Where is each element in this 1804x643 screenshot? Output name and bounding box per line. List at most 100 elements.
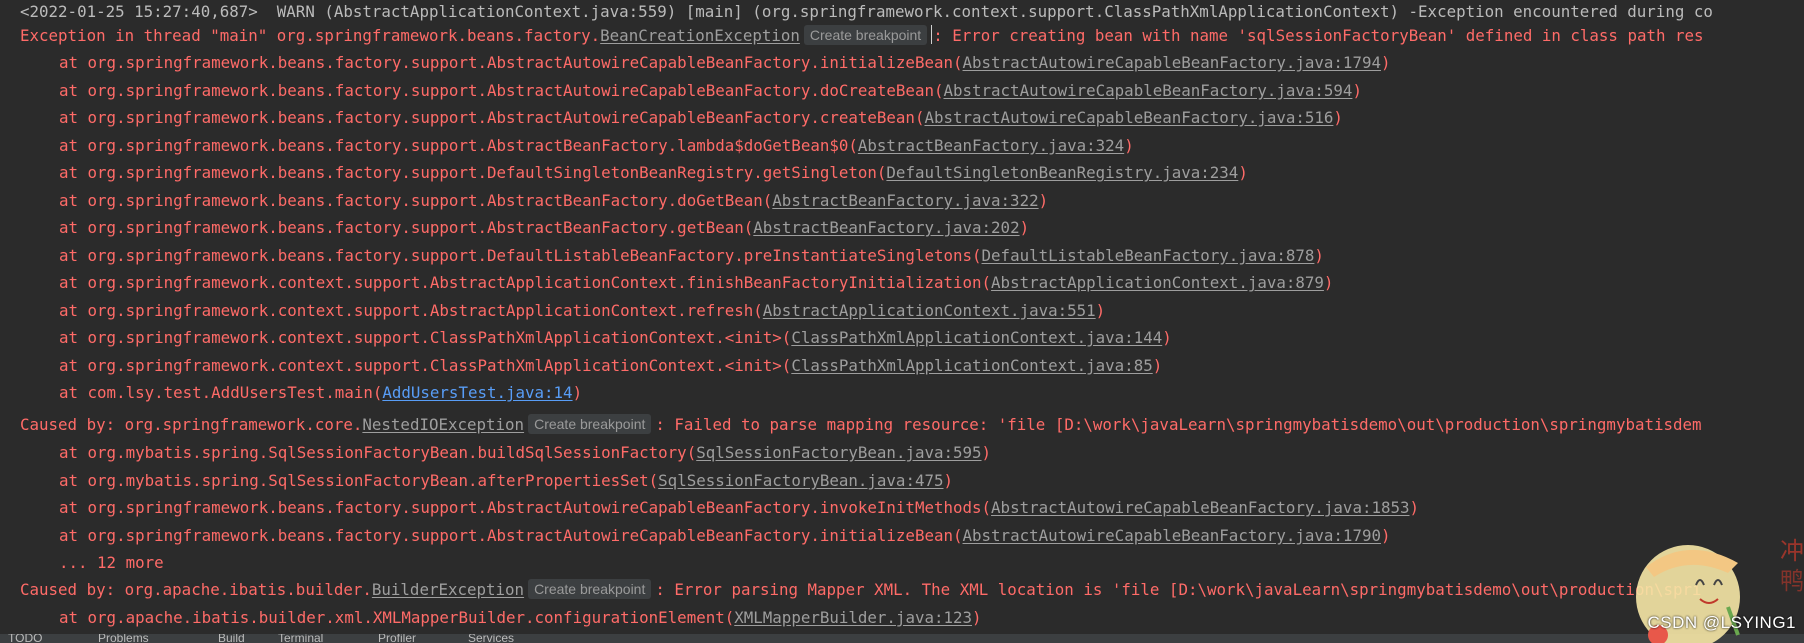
source-file-link[interactable]: AbstractAutowireCapableBeanFactory.java:…	[963, 53, 1381, 72]
stack-frame-close: )	[1162, 328, 1172, 347]
stack-frame-method: at org.apache.ibatis.builder.xml.XMLMapp…	[59, 608, 735, 627]
stack-frame-method: at org.mybatis.spring.SqlSessionFactoryB…	[59, 443, 697, 462]
source-file-link[interactable]: AbstractApplicationContext.java:551	[763, 301, 1096, 320]
source-file-link[interactable]: AbstractAutowireCapableBeanFactory.java:…	[963, 526, 1381, 545]
stack-frame-close: )	[1323, 273, 1334, 292]
source-file-link[interactable]: DefaultSingletonBeanRegistry.java:234	[886, 163, 1238, 182]
stack-frame-line: at org.mybatis.spring.SqlSessionFactoryB…	[59, 467, 953, 494]
run-console[interactable]: <2022-01-25 15:27:40,687> WARN (Abstract…	[0, 0, 1804, 643]
stack-frame-close: )	[1409, 498, 1420, 517]
stack-frame-close: )	[1380, 53, 1391, 72]
tab-todo[interactable]: TODO	[8, 634, 42, 643]
stack-frame-close: )	[1124, 135, 1134, 155]
tab-profiler[interactable]: Profiler	[378, 634, 416, 643]
stack-frame-method: at org.springframework.beans.factory.sup…	[59, 525, 963, 545]
source-file-link[interactable]: AbstractBeanFactory.java:322	[772, 191, 1038, 210]
stack-frame-method: at org.springframework.beans.factory.sup…	[59, 108, 925, 127]
svg-text:冲: 冲	[1780, 537, 1804, 565]
source-file-link[interactable]: AbstractApplicationContext.java:879	[991, 273, 1324, 292]
stack-frame-line: at org.mybatis.spring.SqlSessionFactoryB…	[59, 439, 991, 466]
stack-frame-method: at org.mybatis.spring.SqlSessionFactoryB…	[59, 470, 659, 490]
source-file-link[interactable]: AbstractBeanFactory.java:324	[858, 136, 1124, 155]
stack-frame-method: at org.springframework.beans.factory.sup…	[59, 135, 858, 155]
stack-frame-method: at com.lsy.test.AddUsersTest.main(	[59, 383, 383, 402]
stack-frame-line: at com.lsy.test.AddUsersTest.main(AddUse…	[59, 379, 582, 406]
stack-frame-line: at org.springframework.context.support.C…	[59, 352, 1162, 379]
stack-frame-method: at org.springframework.context.support.C…	[59, 328, 792, 347]
stack-frame-line: at org.springframework.beans.factory.sup…	[59, 77, 1362, 104]
stack-frame-method: at org.springframework.beans.factory.sup…	[59, 53, 963, 72]
cause-message: : Failed to parse mapping resource: 'fil…	[655, 415, 1702, 434]
stack-frame-close: )	[1380, 525, 1391, 545]
cause-prefix: Caused by: org.springframework.core.	[20, 415, 363, 434]
tab-problems[interactable]: Problems	[98, 634, 149, 643]
cause-class-link[interactable]: BuilderException	[372, 580, 524, 599]
source-file-link[interactable]: SqlSessionFactoryBean.java:595	[696, 443, 981, 462]
stack-frame-method: at org.springframework.beans.factory.sup…	[59, 80, 944, 100]
stack-frame-line: at org.springframework.beans.factory.sup…	[59, 494, 1419, 521]
stack-frame-line: at org.springframework.beans.factory.sup…	[59, 49, 1391, 76]
exception-class-link[interactable]: BeanCreationException	[600, 26, 800, 45]
tab-build[interactable]: Build	[218, 634, 245, 643]
stack-frame-method: at org.springframework.beans.factory.sup…	[59, 245, 982, 265]
stack-frame-close: )	[1238, 163, 1248, 182]
stack-frame-method: at org.springframework.context.support.C…	[59, 355, 792, 375]
stack-frame-close: )	[572, 383, 583, 402]
tab-terminal[interactable]: Terminal	[278, 634, 323, 643]
stack-frame-method: at org.springframework.context.support.A…	[59, 300, 763, 320]
stack-frame-line: at org.springframework.beans.factory.sup…	[59, 132, 1134, 159]
stack-frame-method: at org.springframework.beans.factory.sup…	[59, 218, 754, 237]
stack-frame-close: )	[1333, 108, 1343, 127]
stack-frame-close: )	[1352, 80, 1362, 100]
cause-class-link[interactable]: NestedIOException	[362, 415, 524, 434]
stack-frame-method: at org.springframework.beans.factory.sup…	[59, 498, 992, 517]
create-breakpoint-button[interactable]: Create breakpoint	[803, 25, 928, 45]
source-file-link[interactable]: AddUsersTest.java:14	[382, 383, 572, 402]
stack-frame-line: at org.springframework.beans.factory.sup…	[59, 522, 1391, 549]
watermark-text: CSDN @LSYING1	[1647, 613, 1796, 632]
cause-message: : Error parsing Mapper XML. The XML loca…	[655, 580, 1702, 599]
stack-frame-method: at org.springframework.beans.factory.sup…	[59, 190, 773, 210]
exception-line: Exception in thread "main" org.springfra…	[20, 22, 1704, 49]
stack-frame-line: at org.springframework.beans.factory.sup…	[59, 187, 1048, 214]
stack-frame-close: )	[1314, 245, 1324, 265]
stack-frame-line: at org.apache.ibatis.builder.xml.XMLMapp…	[59, 604, 982, 631]
source-file-link[interactable]: AbstractAutowireCapableBeanFactory.java:…	[943, 81, 1352, 100]
stack-frame-close: )	[1152, 355, 1163, 375]
source-file-link[interactable]: DefaultListableBeanFactory.java:878	[982, 246, 1315, 265]
stack-frame-line: at org.springframework.context.support.C…	[59, 324, 1172, 351]
more-frames-line: ... 12 more	[59, 553, 164, 572]
source-file-link[interactable]: SqlSessionFactoryBean.java:475	[658, 471, 943, 490]
source-file-link[interactable]: AbstractBeanFactory.java:202	[753, 218, 1019, 237]
stack-frame-close: )	[1038, 190, 1049, 210]
stack-frame-line: at org.springframework.beans.factory.sup…	[59, 242, 1324, 269]
source-file-link[interactable]: AbstractAutowireCapableBeanFactory.java:…	[924, 108, 1333, 127]
stack-frame-line: at org.springframework.beans.factory.sup…	[59, 159, 1248, 186]
cause-prefix: Caused by: org.apache.ibatis.builder.	[20, 580, 372, 599]
svg-text:鸭: 鸭	[1780, 567, 1804, 595]
stack-frame-method: at org.springframework.context.support.A…	[59, 273, 992, 292]
stack-frame-close: )	[981, 443, 992, 462]
caused-by-line: Caused by: org.apache.ibatis.builder.Bui…	[20, 576, 1702, 603]
create-breakpoint-button[interactable]: Create breakpoint	[528, 579, 652, 599]
tool-window-bar: TODO Problems Build Terminal Profiler Se…	[0, 634, 1804, 643]
stack-frame-line: at org.springframework.context.support.A…	[59, 297, 1105, 324]
watermark: 冲 鸭 CSDN @LSYING1	[1588, 515, 1804, 643]
stack-frame-close: )	[972, 608, 982, 627]
create-breakpoint-button[interactable]: Create breakpoint	[528, 414, 652, 434]
stack-frame-line: at org.springframework.beans.factory.sup…	[59, 104, 1343, 131]
source-file-link[interactable]: AbstractAutowireCapableBeanFactory.java:…	[991, 498, 1409, 517]
source-file-link[interactable]: XMLMapperBuilder.java:123	[734, 608, 972, 627]
tab-services[interactable]: Services	[468, 634, 514, 643]
caused-by-line: Caused by: org.springframework.core.Nest…	[20, 411, 1702, 438]
stack-frame-method: at org.springframework.beans.factory.sup…	[59, 163, 887, 182]
stack-frame-close: )	[1019, 218, 1030, 237]
stack-frame-line: at org.springframework.beans.factory.sup…	[59, 214, 1029, 241]
stack-frame-line: at org.springframework.context.support.A…	[59, 269, 1333, 296]
source-file-link[interactable]: ClassPathXmlApplicationContext.java:85	[791, 356, 1152, 375]
source-file-link[interactable]: ClassPathXmlApplicationContext.java:144	[791, 328, 1162, 347]
stack-frame-close: )	[1095, 300, 1106, 320]
exception-prefix: Exception in thread "main" org.springfra…	[20, 26, 601, 45]
exception-message: : Error creating bean with name 'sqlSess…	[933, 26, 1704, 45]
stack-frame-close: )	[943, 470, 954, 490]
